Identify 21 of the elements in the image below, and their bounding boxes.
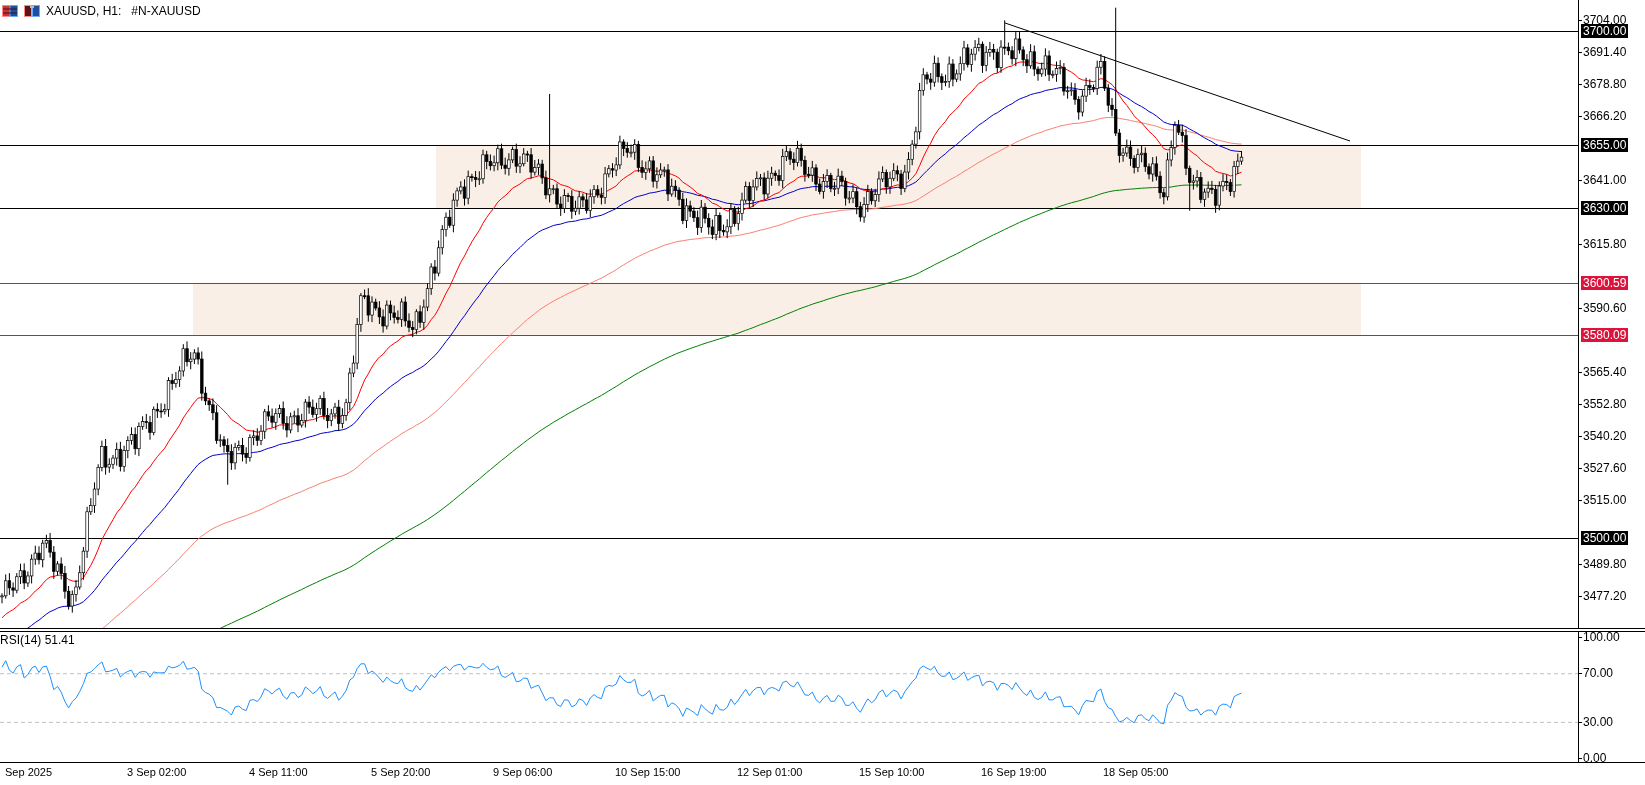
time-tick-label: Sep 2025 (5, 765, 54, 780)
time-tick-label: 5 Sep 20:00 (371, 765, 432, 780)
price-level-label: 3700.00 (1581, 24, 1629, 38)
time-tick-label: 3 Sep 02:00 (127, 765, 188, 780)
time-tick-label: 12 Sep 01:00 (737, 765, 804, 780)
time-tick-label: 4 Sep 11:00 (249, 765, 309, 780)
time-tick-label: 18 Sep 05:00 (1103, 765, 1170, 780)
price-level-label: 3500.00 (1581, 531, 1629, 545)
time-tick-label: 16 Sep 19:00 (981, 765, 1048, 780)
rsi-indicator-title: RSI(14) 51.41 (0, 633, 75, 647)
time-tick-label: 15 Sep 10:00 (859, 765, 926, 780)
chart-window-icon[interactable] (24, 5, 40, 17)
price-level-label: 3630.00 (1581, 201, 1629, 215)
price-level-label: 3600.59 (1581, 276, 1629, 290)
time-tick-label: 9 Sep 06:00 (493, 765, 554, 780)
chart-symbol: XAUUSD, H1: (46, 4, 122, 18)
price-level-label: 3655.00 (1581, 138, 1629, 152)
chart-description: #N-XAUUSD (131, 4, 201, 18)
time-tick-label: 10 Sep 15:00 (615, 765, 682, 780)
price-level-label: 3580.09 (1581, 328, 1629, 342)
list-icon[interactable] (2, 5, 18, 17)
